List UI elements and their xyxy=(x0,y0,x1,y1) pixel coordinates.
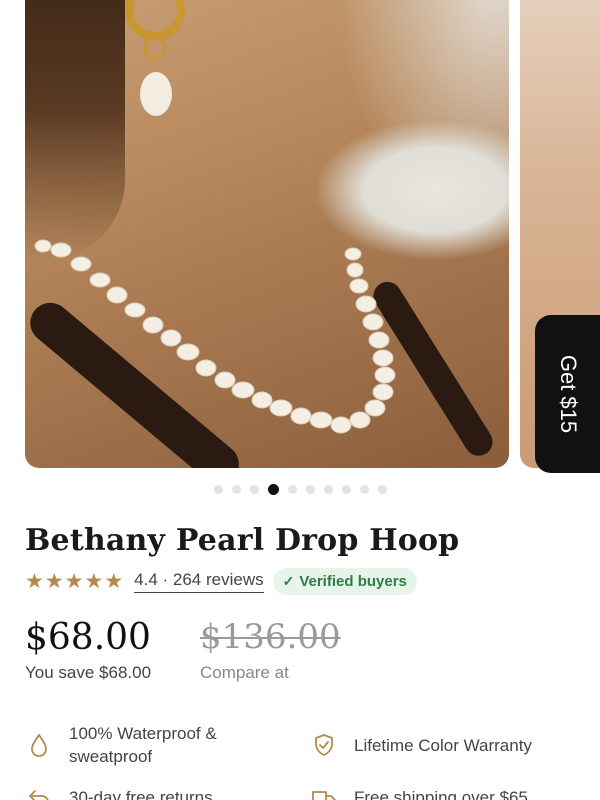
verified-buyers-badge: ✓ Verified buyers xyxy=(272,568,417,595)
pagination-dot[interactable] xyxy=(305,485,315,494)
pagination-dot[interactable] xyxy=(249,485,259,494)
gallery-pagination xyxy=(0,484,600,495)
compare-price: $136.00 xyxy=(200,617,341,657)
pagination-dot[interactable] xyxy=(231,485,241,494)
star-icon: ★ xyxy=(25,569,44,593)
product-gallery[interactable] xyxy=(0,0,600,470)
promo-tab-label: Get $15 xyxy=(555,354,581,434)
pagination-dot[interactable] xyxy=(213,485,223,494)
feature-waterproof-label: 100% Waterproof & sweatproof xyxy=(69,724,217,766)
get-discount-tab[interactable]: Get $15 xyxy=(535,315,600,473)
pagination-dot[interactable] xyxy=(341,485,351,494)
pagination-dot[interactable] xyxy=(377,485,387,494)
feature-returns-label: 30-day free returns xyxy=(69,787,213,800)
star-rating: ★ ★ ★ ★ ★ xyxy=(25,571,124,592)
pagination-dot[interactable] xyxy=(323,485,333,494)
pagination-dot-active[interactable] xyxy=(267,484,279,495)
feature-waterproof: 100% Waterproof & sweatproof xyxy=(26,722,296,768)
feature-shipping-label: Free shipping over $65 xyxy=(354,787,528,800)
savings-text: You save $68.00 xyxy=(25,663,152,682)
star-icon: ★ xyxy=(64,569,84,593)
pearl-necklace-illustration xyxy=(34,0,396,434)
star-icon: ★ xyxy=(84,569,104,593)
droplet-icon xyxy=(31,733,47,757)
current-price: $68.00 xyxy=(25,617,151,658)
verified-label: Verified buyers xyxy=(299,573,407,590)
reviews-link[interactable]: 4.4 · 264 reviews xyxy=(134,570,264,593)
pagination-dot[interactable] xyxy=(287,485,297,494)
check-icon: ✓ xyxy=(282,573,295,589)
product-title: Bethany Pearl Drop Hoop xyxy=(25,523,460,558)
truck-icon xyxy=(312,791,336,800)
feature-shipping: Free shipping over $65 xyxy=(311,784,528,800)
star-icon: ★ xyxy=(44,569,64,593)
feature-returns: 30-day free returns xyxy=(26,784,213,800)
pagination-dot[interactable] xyxy=(359,485,369,494)
product-image-main[interactable] xyxy=(25,0,509,468)
shield-check-icon xyxy=(315,734,333,756)
star-icon: ★ xyxy=(104,569,124,593)
feature-warranty: Lifetime Color Warranty xyxy=(311,732,532,758)
feature-warranty-label: Lifetime Color Warranty xyxy=(354,735,532,755)
compare-label: Compare at xyxy=(200,663,289,682)
rating-row: ★ ★ ★ ★ ★ 4.4 · 264 reviews ✓ Verified b… xyxy=(25,568,417,595)
return-arrow-icon xyxy=(29,790,49,800)
